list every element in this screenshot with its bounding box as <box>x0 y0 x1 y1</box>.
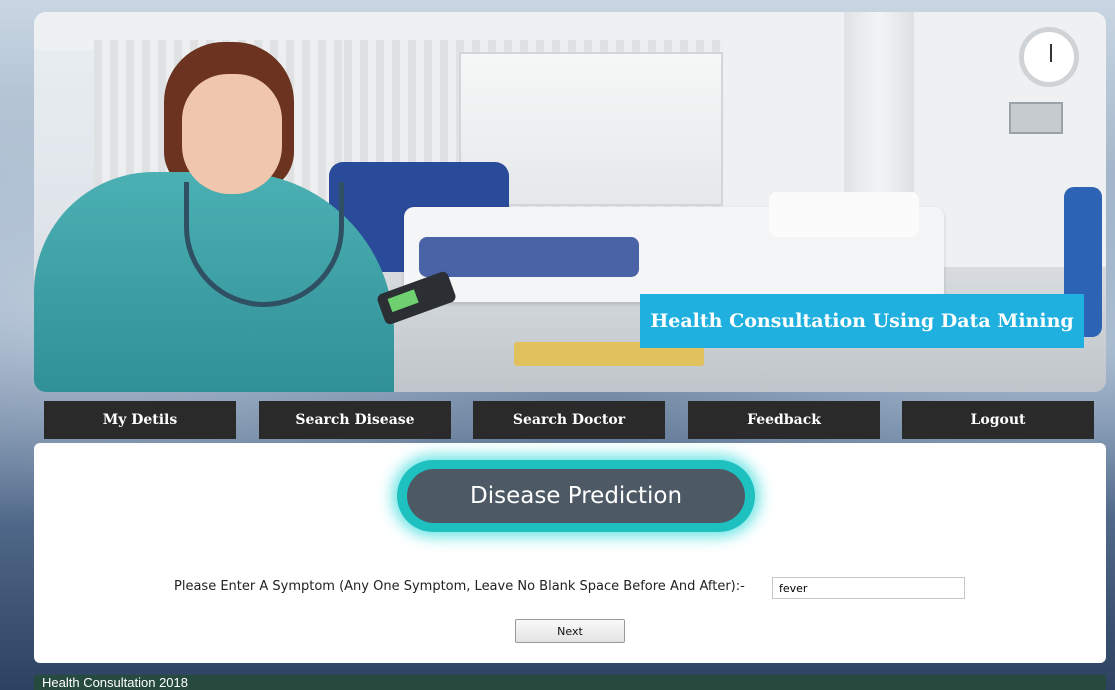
bed-pillow <box>769 192 919 237</box>
page-title: Disease Prediction <box>407 469 745 523</box>
main-nav: My Detils Search Disease Search Doctor F… <box>0 401 1115 439</box>
clock-image <box>1019 27 1079 87</box>
heading-glow-ring: Disease Prediction <box>397 460 755 532</box>
nav-my-details[interactable]: My Detils <box>44 401 236 439</box>
main-content-panel: Disease Prediction Please Enter A Sympto… <box>34 443 1106 663</box>
nurse-face <box>182 74 282 194</box>
symptom-prompt-label: Please Enter A Symptom (Any One Symptom,… <box>174 579 745 594</box>
site-title: Health Consultation Using Data Mining <box>640 294 1084 348</box>
nav-feedback[interactable]: Feedback <box>688 401 880 439</box>
nav-search-disease[interactable]: Search Disease <box>259 401 451 439</box>
bed-rail <box>419 237 639 277</box>
monitor-image <box>1009 102 1063 134</box>
nav-search-doctor[interactable]: Search Doctor <box>473 401 665 439</box>
header-banner: Health Consultation Using Data Mining <box>34 12 1106 392</box>
footer-bar: Health Consultation 2018 <box>34 675 1106 690</box>
symptom-input[interactable] <box>772 577 965 599</box>
nav-logout[interactable]: Logout <box>902 401 1094 439</box>
next-button[interactable]: Next <box>515 619 625 643</box>
